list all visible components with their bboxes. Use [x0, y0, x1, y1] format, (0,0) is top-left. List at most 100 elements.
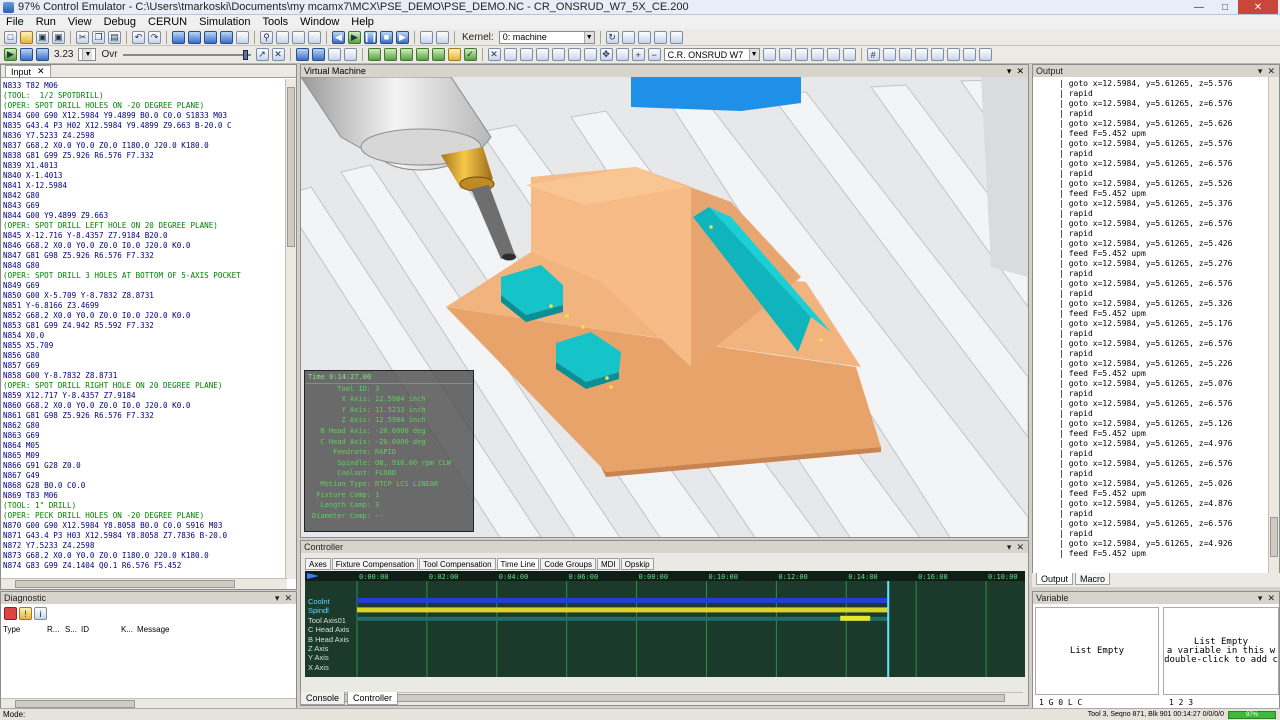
- pin-icon[interactable]: ▾: [1007, 66, 1012, 77]
- variable-list-right[interactable]: List Empty a variable in this w double-c…: [1163, 607, 1279, 695]
- box-3-icon[interactable]: [535, 48, 549, 61]
- info-icon[interactable]: i: [34, 607, 47, 620]
- code-line[interactable]: N873 G68.2 X0.0 Y0.0 Z0.0 I180.0 J20.0 K…: [3, 551, 285, 561]
- code-line[interactable]: N845 X-12.716 Y-8.4357 Z7.9184 B20.0: [3, 231, 285, 241]
- panel-3-icon[interactable]: [914, 48, 928, 61]
- sim-icon[interactable]: [20, 48, 33, 61]
- part-1-icon[interactable]: [367, 48, 381, 61]
- arrow-icon[interactable]: ↗: [255, 48, 269, 61]
- box-6-icon[interactable]: [583, 48, 597, 61]
- code-line[interactable]: N859 X12.717 Y-8.4357 Z7.9184: [3, 391, 285, 401]
- grid-toggle-icon[interactable]: #: [866, 48, 880, 61]
- panel-7-icon[interactable]: [978, 48, 992, 61]
- close-button[interactable]: ✕: [1238, 0, 1278, 14]
- code-line[interactable]: N839 X1.4013: [3, 161, 285, 171]
- step-forward-icon[interactable]: ▶: [396, 30, 409, 44]
- time-line-chart[interactable]: 0:00:00 0:02:00 0:04:00 0:06:00 0:00:00 0:10:…: [305, 571, 1025, 677]
- part-4-icon[interactable]: [415, 48, 429, 61]
- window-icon[interactable]: [236, 30, 249, 44]
- goto-line-icon[interactable]: [308, 30, 321, 44]
- close-icon[interactable]: ✕: [37, 66, 45, 77]
- part-5-icon[interactable]: [431, 48, 445, 61]
- tab-code-groups[interactable]: Code Groups: [540, 558, 596, 570]
- zoom-out-icon[interactable]: −: [647, 48, 661, 61]
- menu-tools[interactable]: Tools: [256, 16, 294, 28]
- panel-1-icon[interactable]: [882, 48, 896, 61]
- maximize-button[interactable]: □: [1212, 0, 1238, 14]
- axis-icon[interactable]: [615, 48, 629, 61]
- code-line[interactable]: N847 G81 G98 Z5.926 R6.576 F7.332: [3, 251, 285, 261]
- part-2-icon[interactable]: [383, 48, 397, 61]
- tab-controller[interactable]: Controller: [347, 692, 399, 705]
- code-line[interactable]: N872 Y7.5233 Z4.2598: [3, 541, 285, 551]
- code-line[interactable]: N868 G28 B0.0 C0.0: [3, 481, 285, 491]
- code-line[interactable]: N864 M05: [3, 441, 285, 451]
- panel-6-icon[interactable]: [962, 48, 976, 61]
- code-line[interactable]: N834 G00 G90 X12.5984 Y9.4899 B0.0 C0.0 …: [3, 111, 285, 121]
- tile-icon[interactable]: [653, 30, 667, 44]
- menu-file[interactable]: File: [0, 16, 30, 28]
- minimize-button[interactable]: —: [1186, 0, 1212, 14]
- time-line-scrollbar[interactable]: [305, 692, 1023, 703]
- variable-right-tabs[interactable]: 1 2 3: [1169, 698, 1193, 707]
- zoom-in-icon[interactable]: +: [631, 48, 645, 61]
- code-line[interactable]: N862 G80: [3, 421, 285, 431]
- close-icon[interactable]: ✕: [1267, 66, 1275, 77]
- code-line[interactable]: N855 X5.709: [3, 341, 285, 351]
- view-back-icon[interactable]: [343, 48, 357, 61]
- col-k[interactable]: K...: [121, 625, 137, 634]
- open-folder-icon[interactable]: [20, 30, 33, 44]
- find-icon[interactable]: ⚲: [260, 30, 273, 44]
- code-line[interactable]: N869 T83 M06: [3, 491, 285, 501]
- output-log[interactable]: | goto x=12.5984, y=5.61265, z=5.576 | r…: [1035, 79, 1267, 573]
- check-icon[interactable]: ✓: [463, 48, 477, 61]
- bookmark-icon[interactable]: [292, 30, 305, 44]
- new-file-icon[interactable]: □: [4, 30, 17, 44]
- panel-2-icon[interactable]: [898, 48, 912, 61]
- code-line[interactable]: (TOOL: 1" DRILL): [3, 501, 285, 511]
- run-icon[interactable]: ▶: [4, 48, 17, 61]
- code-line[interactable]: N840 X-1.4013: [3, 171, 285, 181]
- code-line[interactable]: N837 G68.2 X0.0 Y0.0 Z0.0 I180.0 J20.0 K…: [3, 141, 285, 151]
- machine-2-icon[interactable]: [778, 48, 792, 61]
- box-2-icon[interactable]: [519, 48, 533, 61]
- select-icon[interactable]: ✕: [487, 48, 501, 61]
- code-line[interactable]: N856 G80: [3, 351, 285, 361]
- layout-4-icon[interactable]: [220, 30, 233, 44]
- col-s[interactable]: S...: [65, 625, 81, 634]
- code-line[interactable]: (OPER: PECK DRILL HOLES ON -20 DEGREE PL…: [3, 511, 285, 521]
- code-line[interactable]: N836 Y7.5233 Z4.2598: [3, 131, 285, 141]
- save-all-icon[interactable]: ▣: [52, 30, 65, 44]
- code-line[interactable]: N871 G43.4 P3 H03 X12.5984 Y8.8058 Z7.78…: [3, 531, 285, 541]
- view-filter-icon[interactable]: [311, 48, 325, 61]
- variable-left-tabs[interactable]: 1 G 0 L C: [1039, 698, 1082, 707]
- code-line[interactable]: N833 T82 M06: [3, 81, 285, 91]
- menu-run[interactable]: Run: [30, 16, 62, 28]
- replace-icon[interactable]: [276, 30, 289, 44]
- code-line[interactable]: N852 G68.2 X0.0 Y0.0 Z0.0 I0.0 J20.0 K0.…: [3, 311, 285, 321]
- layout-1-icon[interactable]: [172, 30, 185, 44]
- menu-help[interactable]: Help: [345, 16, 380, 28]
- code-line[interactable]: N841 X-12.5984: [3, 181, 285, 191]
- code-line[interactable]: N860 G68.2 X0.0 Y0.0 Z0.0 I0.0 J20.0 K0.…: [3, 401, 285, 411]
- box-5-icon[interactable]: [567, 48, 581, 61]
- code-line[interactable]: N874 G83 G99 Z4.1404 Q0.1 R6.576 F5.452: [3, 561, 285, 571]
- col-message[interactable]: Message: [137, 625, 169, 634]
- code-line[interactable]: N844 G00 Y9.4899 Z9.663: [3, 211, 285, 221]
- code-line[interactable]: (OPER: SPOT DRILL 3 HOLES AT BOTTOM OF 5…: [3, 271, 285, 281]
- menu-debug[interactable]: Debug: [98, 16, 142, 28]
- code-line[interactable]: (OPER: SPOT DRILL LEFT HOLE ON 20 DEGREE…: [3, 221, 285, 231]
- machine-1-icon[interactable]: [762, 48, 776, 61]
- zoom-select[interactable]: ▼: [78, 48, 97, 61]
- code-line[interactable]: N848 G80: [3, 261, 285, 271]
- view-front-icon[interactable]: [327, 48, 341, 61]
- code-line[interactable]: N857 G69: [3, 361, 285, 371]
- redo-icon[interactable]: ↷: [148, 30, 161, 44]
- code-line[interactable]: N849 G69: [3, 281, 285, 291]
- undo-icon[interactable]: ↶: [132, 30, 145, 44]
- machine-select[interactable]: C.R. ONSRUD W7 ▼: [663, 48, 760, 61]
- code-line[interactable]: N870 G00 G90 X12.5984 Y8.8058 B0.0 C0.0 …: [3, 521, 285, 531]
- tab-axes[interactable]: Axes: [305, 558, 331, 570]
- override-slider[interactable]: [122, 49, 253, 60]
- tab-output[interactable]: Output: [1036, 573, 1074, 585]
